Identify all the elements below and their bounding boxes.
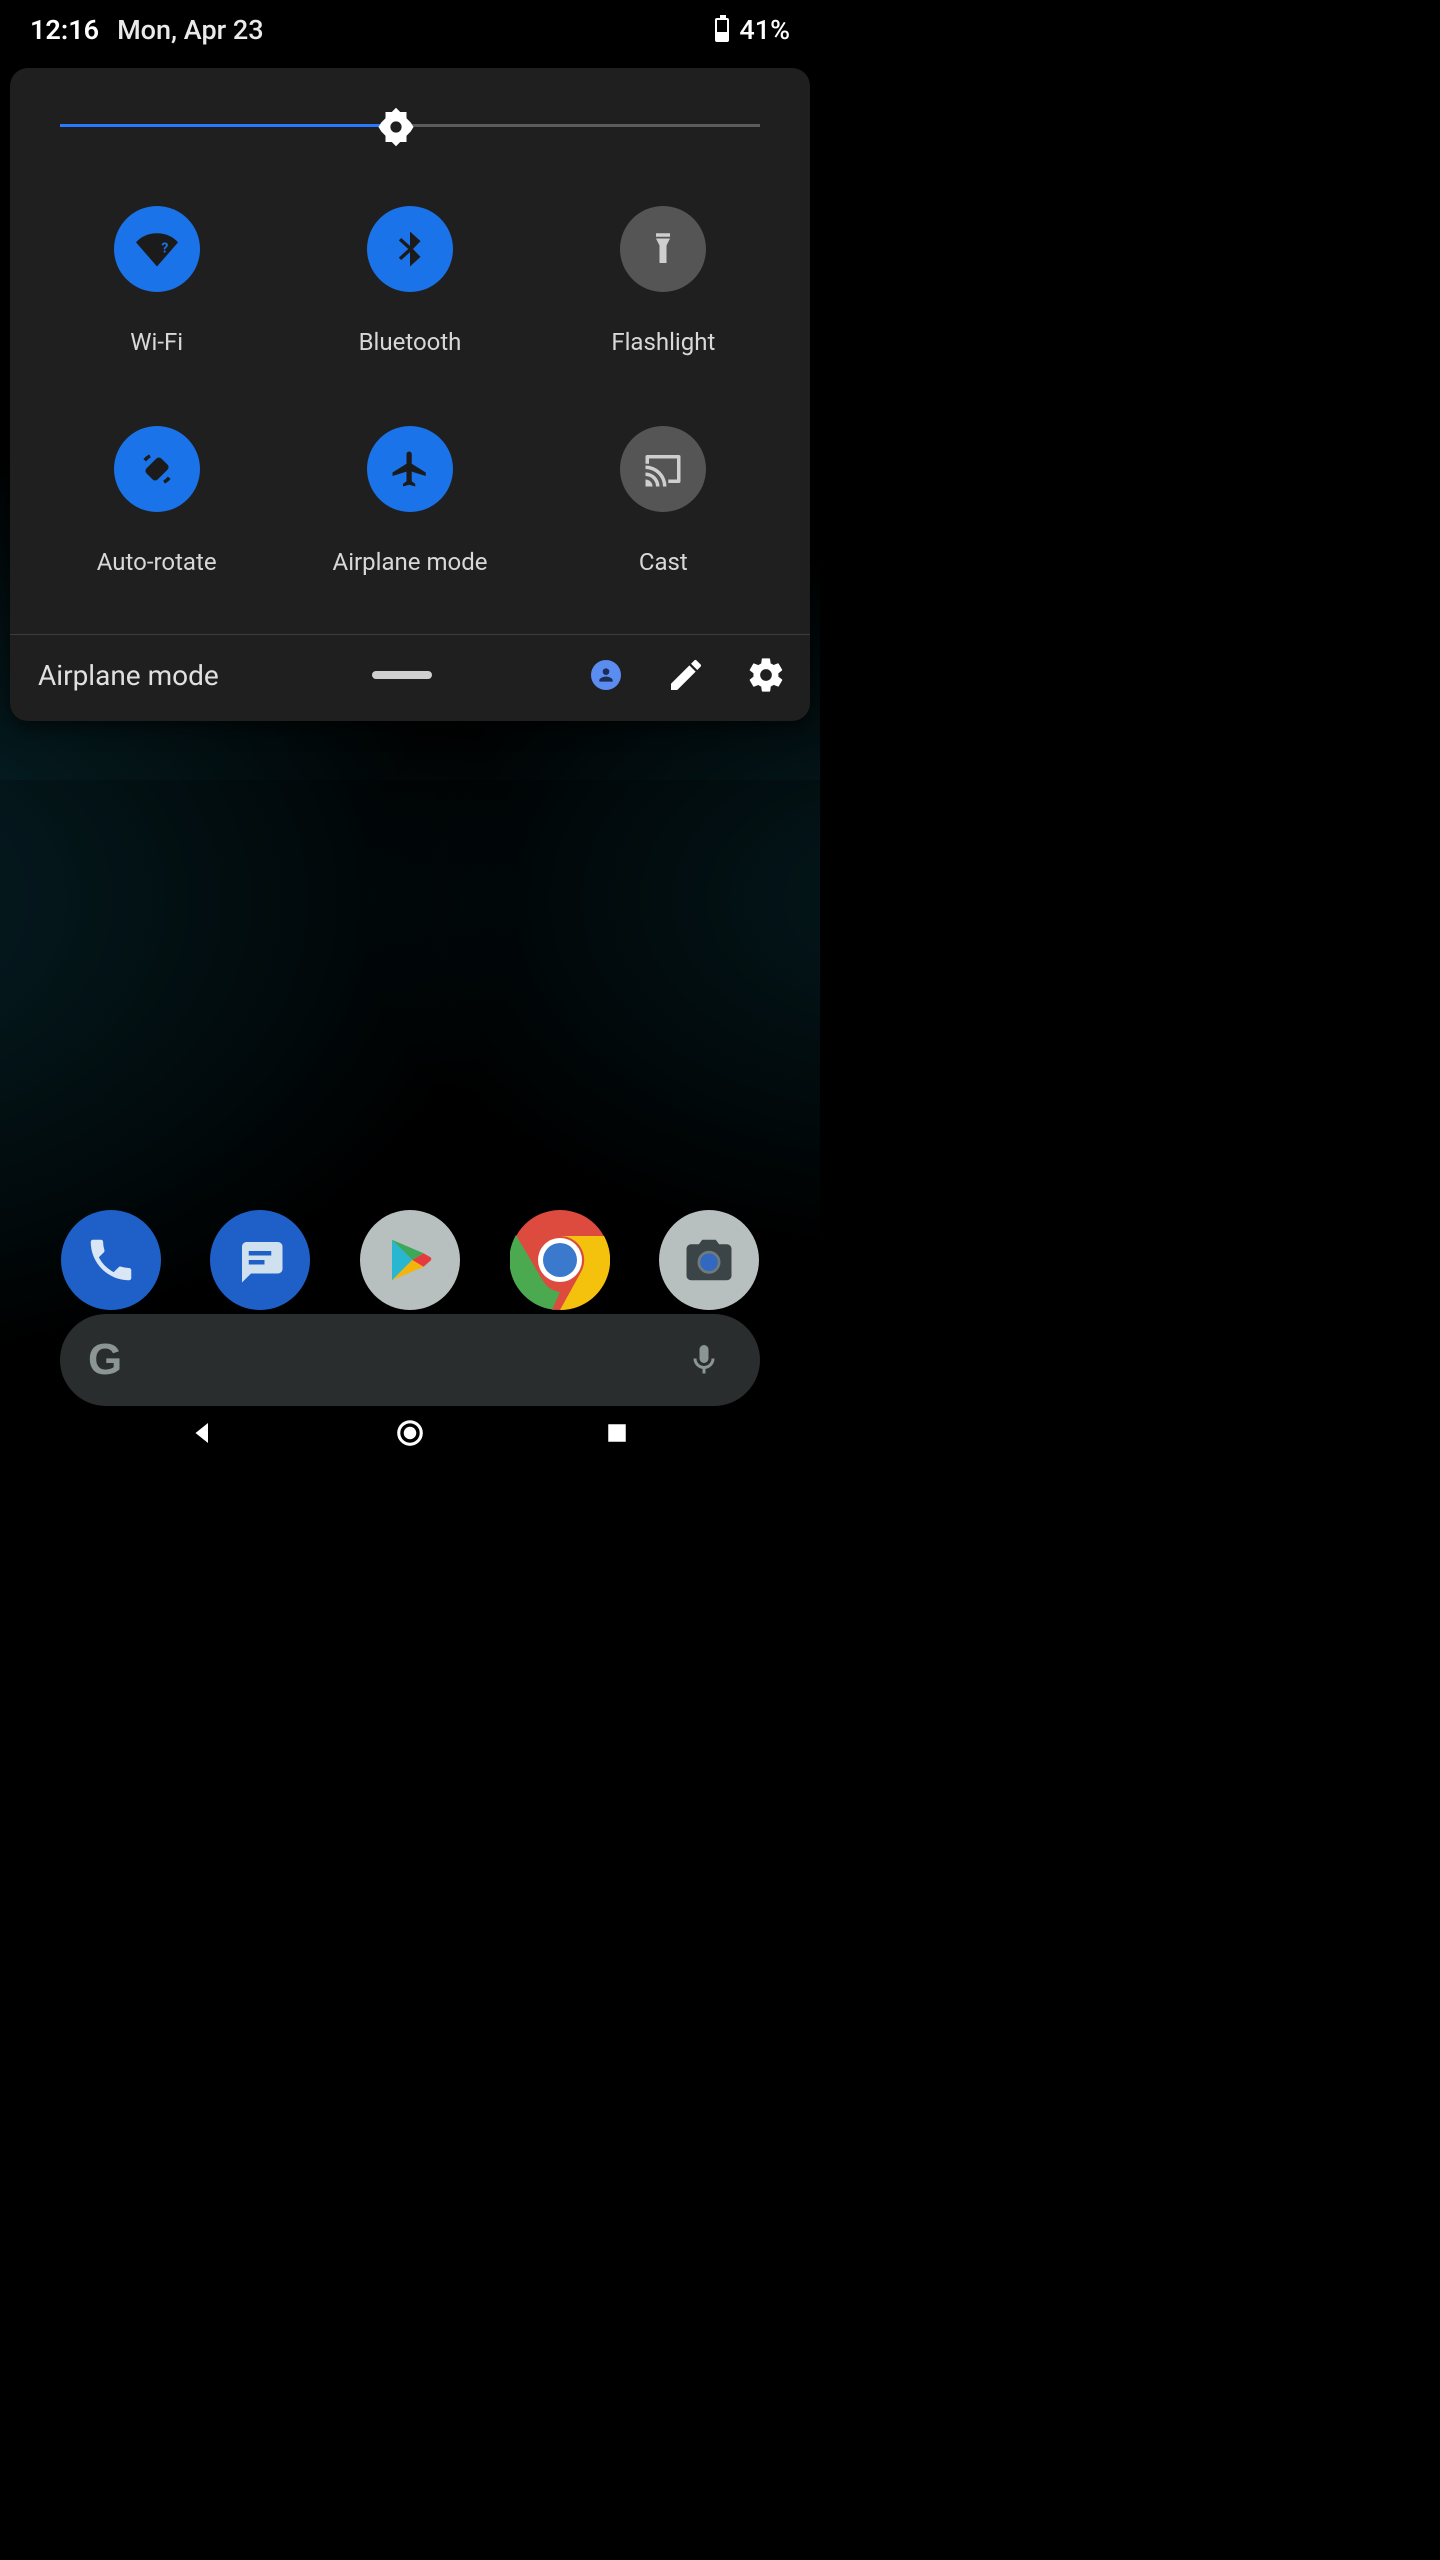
edit-button[interactable] — [666, 655, 706, 695]
tile-airplane[interactable]: Airplane mode — [283, 426, 536, 576]
brightness-slider[interactable] — [60, 96, 760, 156]
autorotate-icon — [136, 448, 178, 490]
wifi-icon: ? — [136, 228, 178, 270]
cast-icon — [642, 448, 684, 490]
back-icon — [188, 1418, 218, 1448]
flashlight-icon — [642, 228, 684, 270]
user-button[interactable] — [586, 655, 626, 695]
tile-cast[interactable]: Cast — [537, 426, 790, 576]
quick-settings-footer: Airplane mode — [10, 634, 810, 721]
settings-button[interactable] — [746, 655, 786, 695]
qs-drag-handle[interactable] — [372, 671, 432, 679]
battery-icon — [715, 18, 729, 42]
app-chrome[interactable] — [510, 1210, 610, 1310]
user-icon — [591, 660, 621, 690]
home-icon — [395, 1418, 425, 1448]
brightness-fill — [60, 124, 396, 127]
app-phone[interactable] — [61, 1210, 161, 1310]
tile-cast-label: Cast — [639, 548, 688, 576]
tile-bluetooth[interactable]: Bluetooth — [283, 206, 536, 356]
battery-percent: 41% — [739, 14, 790, 46]
nav-back[interactable] — [181, 1411, 225, 1455]
pencil-icon — [666, 655, 706, 695]
airplane-icon — [389, 448, 431, 490]
tile-wifi[interactable]: ? Wi-Fi — [30, 206, 283, 356]
nav-bar — [0, 1412, 820, 1460]
svg-text:?: ? — [161, 241, 168, 257]
tile-wifi-label: Wi-Fi — [130, 328, 183, 356]
tile-autorotate-label: Auto-rotate — [97, 548, 217, 576]
bluetooth-icon — [389, 228, 431, 270]
brightness-icon — [375, 106, 417, 148]
nav-recent[interactable] — [595, 1411, 639, 1455]
google-search-bar[interactable]: G — [60, 1314, 760, 1406]
app-play-store[interactable] — [360, 1210, 460, 1310]
mic-icon[interactable] — [686, 1342, 722, 1378]
nav-home[interactable] — [388, 1411, 432, 1455]
tile-airplane-label: Airplane mode — [333, 548, 488, 576]
tile-flashlight-label: Flashlight — [611, 328, 715, 356]
gear-icon — [746, 655, 786, 695]
tile-bluetooth-label: Bluetooth — [359, 328, 462, 356]
google-g-icon: G — [88, 1335, 122, 1385]
dock — [0, 1210, 820, 1310]
phone-icon — [84, 1233, 138, 1287]
quick-settings-panel: ? Wi-Fi Bluetooth Flashlight — [10, 68, 810, 721]
tile-autorotate[interactable]: Auto-rotate — [30, 426, 283, 576]
camera-icon — [682, 1233, 736, 1287]
app-camera[interactable] — [659, 1210, 759, 1310]
qs-status-label: Airplane mode — [38, 659, 219, 692]
tile-flashlight[interactable]: Flashlight — [537, 206, 790, 356]
status-bar: 12:16 Mon, Apr 23 41% — [0, 0, 820, 56]
play-store-icon — [383, 1233, 437, 1287]
chrome-icon — [510, 1210, 610, 1310]
status-time: 12:16 — [30, 14, 99, 46]
brightness-thumb[interactable] — [375, 106, 417, 148]
app-messages[interactable] — [210, 1210, 310, 1310]
status-date: Mon, Apr 23 — [117, 14, 264, 46]
messages-icon — [233, 1233, 287, 1287]
quick-settings-tiles: ? Wi-Fi Bluetooth Flashlight — [10, 186, 810, 634]
recent-icon — [602, 1418, 632, 1448]
